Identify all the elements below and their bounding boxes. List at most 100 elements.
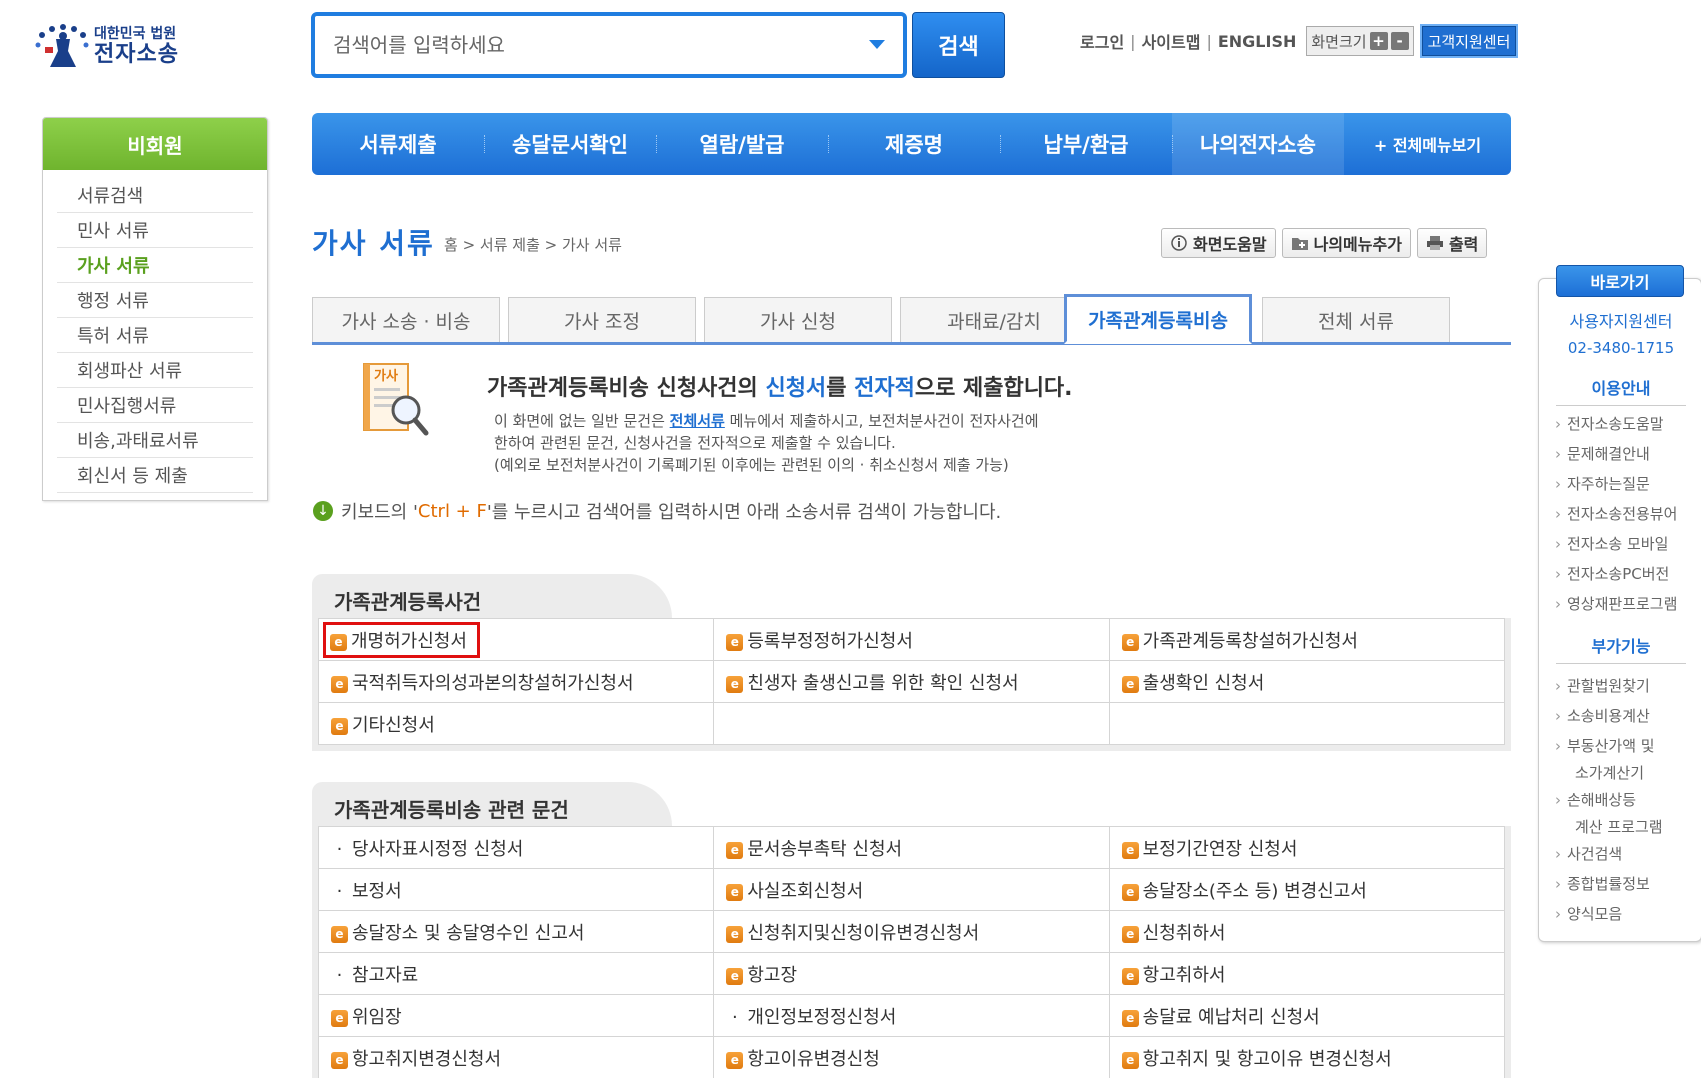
quick-guide-link[interactable]: 영상재판프로그램 — [1555, 589, 1677, 619]
tab-family-litigation[interactable]: 가사 소송 · 비송 — [312, 297, 500, 342]
document-link[interactable]: 항고취지 및 항고이유 변경신청서 — [1143, 1049, 1392, 1070]
document-cell[interactable]: e 항고장 — [713, 952, 1110, 995]
document-link[interactable]: 신청취지및신청이유변경신청서 — [747, 923, 979, 944]
tab-fine-detention[interactable]: 과태료/감치 — [900, 297, 1088, 342]
document-cell[interactable]: e 위임장 — [317, 994, 715, 1037]
document-link[interactable]: 보정기간연장 신청서 — [1143, 839, 1298, 860]
document-link[interactable]: 항고취하서 — [1143, 965, 1226, 986]
quick-extra-link[interactable]: 관할법원찾기 — [1555, 671, 1663, 701]
search-input[interactable] — [333, 33, 863, 57]
document-cell[interactable]: e 문서송부촉탁 신청서 — [713, 826, 1110, 869]
tab-family-mediation[interactable]: 가사 조정 — [508, 297, 696, 342]
font-size-plus-button[interactable]: + — [1369, 32, 1388, 50]
document-cell[interactable]: e 국적취득자의성과본의창설허가신청서 — [317, 660, 715, 703]
quick-extra-link[interactable]: 종합법률정보 — [1555, 869, 1663, 899]
sidebar-item[interactable]: 민사 서류 — [57, 213, 253, 248]
sidebar-item[interactable]: 가사 서류 — [57, 248, 253, 283]
english-link[interactable]: ENGLISH — [1218, 32, 1297, 51]
quick-guide-link[interactable]: 전자소송 모바일 — [1555, 529, 1677, 559]
all-menu-button[interactable]: + 전체메뉴보기 — [1344, 132, 1511, 156]
sidebar-item[interactable]: 민사집행서류 — [57, 388, 253, 423]
document-cell[interactable]: · 개인정보정정신청서 — [713, 994, 1110, 1037]
document-cell[interactable]: · 보정서 — [317, 868, 715, 911]
document-cell[interactable]: e 항고이유변경신청 — [713, 1036, 1110, 1078]
document-link[interactable]: 송달장소 및 송달영수인 신고서 — [352, 923, 584, 944]
document-cell[interactable]: e 보정기간연장 신청서 — [1108, 826, 1506, 869]
document-cell[interactable]: e 등록부정정허가신청서 — [713, 618, 1110, 661]
document-link[interactable]: 신청취하서 — [1143, 923, 1226, 944]
document-link[interactable]: 참고자료 — [352, 965, 418, 986]
all-documents-link[interactable]: 전체서류 — [670, 412, 725, 430]
document-cell[interactable]: e 사실조회신청서 — [713, 868, 1110, 911]
document-cell[interactable]: e 항고취지 및 항고이유 변경신청서 — [1108, 1036, 1506, 1078]
quick-guide-link[interactable]: 자주하는질문 — [1555, 469, 1677, 499]
document-cell[interactable]: e 개명허가신청서 — [317, 618, 715, 661]
tab-family-application[interactable]: 가사 신청 — [704, 297, 892, 342]
document-link[interactable]: 문서송부촉탁 신청서 — [747, 839, 902, 860]
document-link[interactable]: 송달장소(주소 등) 변경신고서 — [1143, 881, 1367, 902]
search-button[interactable]: 검색 — [912, 12, 1005, 78]
document-cell[interactable]: e 가족관계등록창설허가신청서 — [1108, 618, 1506, 661]
document-cell[interactable]: e 신청취하서 — [1108, 910, 1506, 953]
quick-extra-link-cont[interactable]: 계산 프로그램 — [1555, 815, 1663, 839]
document-cell[interactable]: e 송달료 예납처리 신청서 — [1108, 994, 1506, 1037]
quick-extra-link[interactable]: 부동산가액 및 — [1555, 731, 1663, 761]
document-cell[interactable]: · 당사자표시정정 신청서 — [317, 826, 715, 869]
gnb-item-my-ecourt[interactable]: 나의전자소송 — [1172, 113, 1344, 175]
login-link[interactable]: 로그인 — [1080, 29, 1124, 53]
court-logo[interactable]: 대한민국 법원 전자소송 — [32, 18, 202, 76]
document-cell[interactable]: e 항고취하서 — [1108, 952, 1506, 995]
tab-all-documents[interactable]: 전체 서류 — [1262, 297, 1450, 342]
highlight-box[interactable]: e 개명허가신청서 — [323, 621, 480, 658]
document-cell[interactable]: e 신청취지및신청이유변경신청서 — [713, 910, 1110, 953]
document-cell[interactable]: e 송달장소(주소 등) 변경신고서 — [1108, 868, 1506, 911]
document-link[interactable]: 개인정보정정신청서 — [747, 1007, 896, 1028]
quick-extra-link[interactable]: 양식모음 — [1555, 899, 1663, 929]
sidebar-item[interactable]: 행정 서류 — [57, 283, 253, 318]
sidebar-item[interactable]: 특허 서류 — [57, 318, 253, 353]
document-cell[interactable]: e 송달장소 및 송달영수인 신고서 — [317, 910, 715, 953]
document-link[interactable]: 친생자 출생신고를 위한 확인 신청서 — [747, 673, 1018, 694]
quick-guide-link[interactable]: 전자소송전용뷰어 — [1555, 499, 1677, 529]
quick-extra-link[interactable]: 손해배상등 — [1555, 785, 1663, 815]
document-link[interactable]: 항고이유변경신청 — [747, 1049, 879, 1070]
quick-extra-link[interactable]: 사건검색 — [1555, 839, 1663, 869]
gnb-item-payment[interactable]: 납부/환급 — [1000, 113, 1172, 175]
gnb-item-certificate[interactable]: 제증명 — [828, 113, 1000, 175]
gnb-item-delivery[interactable]: 송달문서확인 — [484, 113, 656, 175]
document-cell[interactable]: e 친생자 출생신고를 위한 확인 신청서 — [713, 660, 1110, 703]
support-center-info[interactable]: 사용자지원센터 02-3480-1715 — [1539, 309, 1701, 361]
quick-guide-link[interactable]: 전자소송PC버전 — [1555, 559, 1677, 589]
add-my-menu-button[interactable]: 나의메뉴추가 — [1281, 228, 1411, 258]
document-cell[interactable]: e 기타신청서 — [317, 702, 715, 745]
quick-extra-link[interactable]: 소송비용계산 — [1555, 701, 1663, 731]
sidebar-item[interactable]: 비송,과태료서류 — [57, 423, 253, 458]
font-size-minus-button[interactable]: - — [1390, 32, 1409, 50]
document-link[interactable]: 사실조회신청서 — [747, 881, 863, 902]
document-link[interactable]: 항고장 — [747, 965, 797, 986]
sidebar-item[interactable]: 서류검색 — [57, 178, 253, 213]
document-link[interactable]: 등록부정정허가신청서 — [747, 631, 913, 652]
gnb-item-view[interactable]: 열람/발급 — [656, 113, 828, 175]
help-button[interactable]: 화면도움말 — [1161, 228, 1276, 258]
document-cell[interactable]: · 참고자료 — [317, 952, 715, 995]
document-link[interactable]: 개명허가신청서 — [351, 631, 467, 652]
document-cell[interactable]: e 출생확인 신청서 — [1108, 660, 1506, 703]
document-cell[interactable]: e 항고취지변경신청서 — [317, 1036, 715, 1078]
document-link[interactable]: 가족관계등록창설허가신청서 — [1143, 631, 1358, 652]
gnb-item-submit[interactable]: 서류제출 — [312, 113, 484, 175]
print-button[interactable]: 출력 — [1416, 228, 1488, 258]
quick-guide-link[interactable]: 전자소송도움말 — [1555, 409, 1677, 439]
document-link[interactable]: 보정서 — [352, 881, 402, 902]
tab-family-registration[interactable]: 가족관계등록비송 — [1064, 294, 1252, 344]
document-link[interactable]: 위임장 — [352, 1007, 402, 1028]
quick-guide-link[interactable]: 문제해결안내 — [1555, 439, 1677, 469]
support-center-button[interactable]: 고객지원센터 — [1419, 24, 1519, 58]
sitemap-link[interactable]: 사이트맵 — [1142, 29, 1201, 53]
document-link[interactable]: 송달료 예납처리 신청서 — [1143, 1007, 1320, 1028]
document-link[interactable]: 국적취득자의성과본의창설허가신청서 — [352, 673, 634, 694]
document-link[interactable]: 당사자표시정정 신청서 — [352, 839, 523, 860]
dropdown-arrow-icon[interactable] — [869, 40, 885, 49]
quick-extra-link-cont[interactable]: 소가계산기 — [1555, 761, 1663, 785]
sidebar-item[interactable]: 회신서 등 제출 — [57, 458, 253, 493]
